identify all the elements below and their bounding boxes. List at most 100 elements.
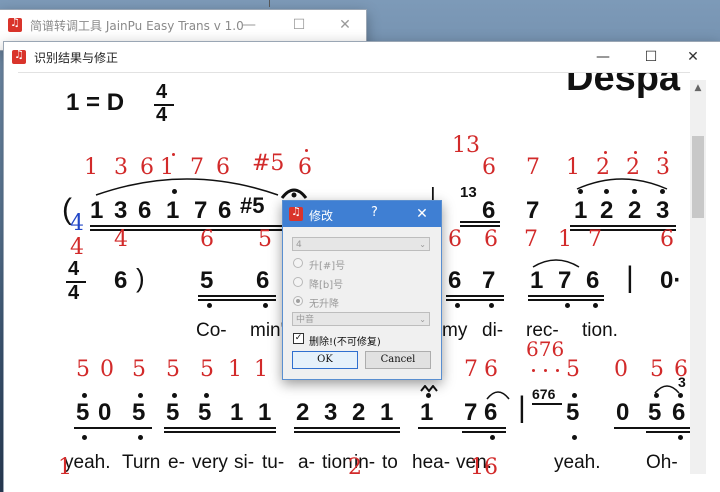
note: 1	[258, 399, 272, 426]
note: 1	[420, 399, 434, 426]
high-octave-dot	[572, 393, 577, 398]
annotation: 5	[566, 357, 580, 382]
radio-circle	[293, 296, 303, 306]
close-button[interactable]: ✕	[409, 204, 435, 224]
annotation: 6	[660, 227, 674, 252]
help-button[interactable]: ?	[371, 205, 378, 220]
beam	[198, 299, 276, 301]
slur	[486, 391, 510, 400]
low-octave-dot	[207, 303, 212, 308]
lyric: di-	[482, 320, 504, 341]
octave-select[interactable]: 中音 ⌄	[292, 312, 430, 326]
high-octave-dot	[138, 393, 143, 398]
note: 676	[532, 386, 556, 402]
chevron-down-icon: ⌄	[419, 240, 426, 249]
beam	[460, 221, 500, 223]
note: 2	[296, 399, 310, 426]
note: 5	[132, 399, 146, 426]
note: 6	[482, 197, 496, 224]
high-octave-dot	[578, 189, 583, 194]
low-octave-dot	[82, 435, 87, 440]
lyric: very	[192, 452, 228, 473]
note: 0	[616, 399, 630, 426]
annotation: 16	[470, 455, 498, 476]
radio-circle	[293, 277, 303, 287]
annotation: 0	[614, 357, 628, 382]
lyric: yeah.	[554, 452, 601, 473]
annotation: 4	[114, 227, 128, 252]
note: 7	[526, 197, 540, 224]
annotation: 4	[70, 235, 84, 260]
lyric: tu-	[262, 452, 285, 473]
note: 5	[166, 399, 180, 426]
note: 6	[448, 267, 462, 294]
annotation: 5	[132, 357, 146, 382]
maximize-button[interactable]: ☐	[276, 10, 322, 40]
lyric: min'	[250, 320, 285, 341]
note: 5	[566, 399, 580, 426]
note: 1	[380, 399, 394, 426]
main-window-titlebar[interactable]: 识别结果与修正 — ☐ ✕	[4, 42, 720, 72]
close-button[interactable]: ✕	[670, 42, 716, 72]
note: 7	[482, 267, 496, 294]
note: 7	[464, 399, 478, 426]
low-octave-dot	[678, 435, 683, 440]
mordent-icon	[420, 385, 438, 393]
note: 1	[230, 399, 244, 426]
radio-circle	[293, 258, 303, 268]
annotation: 7	[526, 155, 540, 180]
slur	[532, 259, 580, 268]
note: 2	[628, 197, 642, 224]
annotation-dot	[604, 151, 607, 154]
beam	[164, 431, 276, 433]
note: 1	[90, 197, 104, 224]
note: 1	[166, 197, 180, 224]
time-signature-denominator: 4	[68, 282, 80, 304]
annotation: 676	[526, 337, 565, 361]
note: 6	[256, 267, 270, 294]
annotation: 7	[524, 227, 538, 252]
maximize-button[interactable]: ☐	[628, 42, 674, 72]
note: 1	[530, 267, 544, 294]
note-value-selected: 4	[296, 240, 302, 250]
low-octave-dot	[138, 435, 143, 440]
high-octave-dot	[604, 189, 609, 194]
annotation-dot	[634, 151, 637, 154]
minimize-button[interactable]: —	[580, 42, 626, 72]
beam	[614, 427, 690, 429]
low-octave-dot	[489, 303, 494, 308]
dialog-titlebar[interactable]: 修改 ? ✕	[283, 201, 441, 227]
scrollbar-thumb[interactable]	[692, 136, 704, 218]
lyric: my	[442, 320, 468, 341]
fermata-icon	[280, 188, 308, 199]
note: 6	[672, 399, 686, 426]
delete-checkbox[interactable]: ✓	[293, 333, 304, 344]
cancel-button[interactable]: Cancel	[365, 351, 431, 369]
annotation: 6	[482, 155, 496, 180]
back-window-titlebar[interactable]: 简谱转调工具 JainPu Easy Trans v 1.0 — ☐ ✕	[0, 10, 366, 40]
close-button[interactable]: ✕	[322, 10, 368, 40]
scroll-up-arrow-icon[interactable]: ▲	[692, 82, 704, 94]
score-title-fragment: Despa	[566, 72, 681, 99]
lyric: e-	[168, 452, 185, 473]
annotation-dot	[532, 369, 535, 372]
high-octave-dot	[632, 189, 637, 194]
music-app-icon	[12, 48, 26, 64]
annotation: 7	[588, 227, 602, 252]
note: 7	[194, 197, 208, 224]
minimize-button[interactable]: —	[226, 10, 272, 40]
note: 13	[460, 184, 477, 201]
beam	[532, 403, 562, 405]
note-value-select[interactable]: 4 ⌄	[292, 237, 430, 251]
beam	[446, 299, 504, 301]
radio-label: 升[#]号	[309, 261, 346, 272]
ok-button[interactable]: OK	[292, 351, 358, 369]
edit-dialog: 修改 ? ✕ 4 ⌄ 升[#]号 降[b]号 无升降 中音 ⌄ ✓ 删除!(不可…	[282, 200, 442, 380]
annotation: 1	[558, 227, 572, 252]
low-octave-dot	[572, 435, 577, 440]
note: 0·	[660, 267, 682, 294]
time-signature-numerator: 4	[68, 258, 80, 280]
annotation: 5	[76, 357, 90, 382]
lyric: Oh-	[646, 452, 678, 473]
annotation: 0	[100, 357, 114, 382]
